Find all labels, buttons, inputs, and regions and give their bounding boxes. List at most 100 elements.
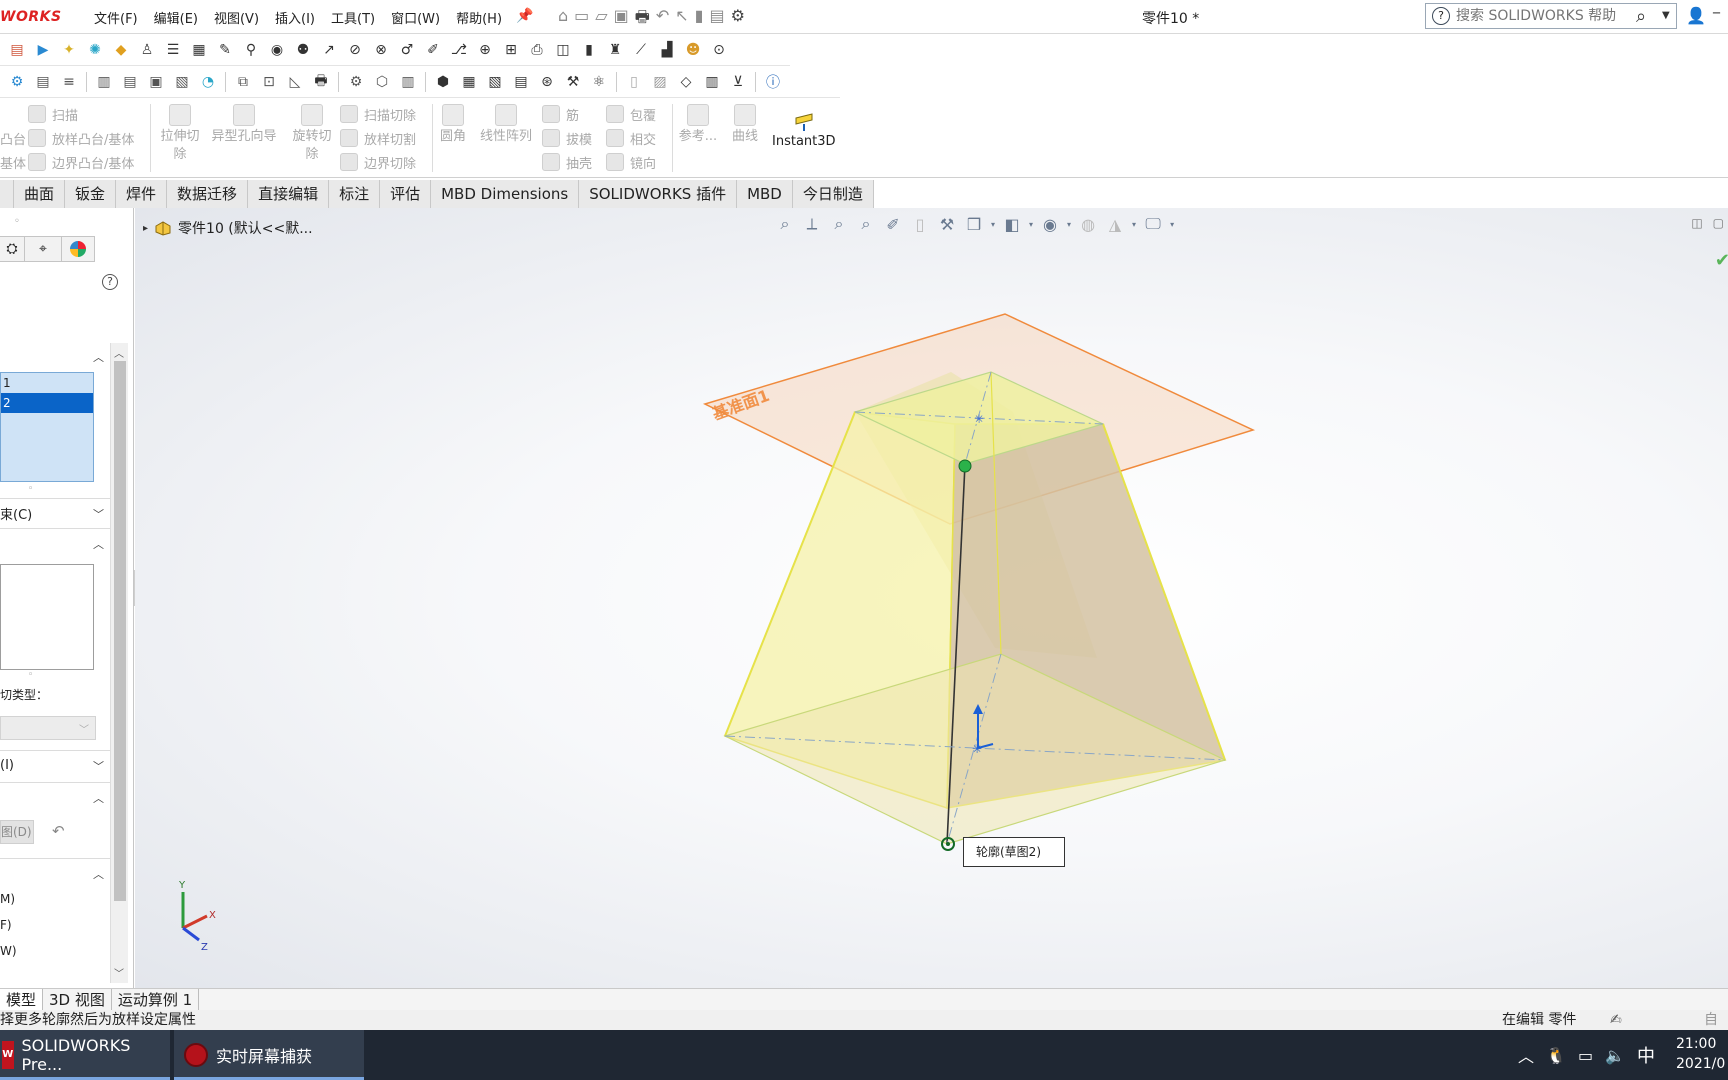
tool-icon[interactable]: ▧ xyxy=(482,71,508,93)
linear-pattern-button[interactable]: 线性阵列 xyxy=(474,104,538,146)
tool-icon[interactable]: ▤ xyxy=(117,71,143,93)
expand-chevron-icon[interactable]: ﹀ xyxy=(93,506,104,522)
tool-icon[interactable]: ▦ xyxy=(186,39,212,61)
profiles-listbox[interactable]: 1 2 xyxy=(0,372,94,482)
options-gear-icon[interactable]: ⚙ xyxy=(731,6,745,33)
tool-icon[interactable]: ✺ xyxy=(82,39,108,61)
tool-icon[interactable]: ◉ xyxy=(264,39,290,61)
select-icon[interactable]: ↖ xyxy=(675,6,688,33)
guide-curves-section-header[interactable]: ︿ xyxy=(0,528,110,558)
option-w[interactable]: W) xyxy=(0,944,17,958)
tool-icon[interactable]: ▥ xyxy=(699,71,725,93)
scroll-thumb[interactable] xyxy=(114,361,126,901)
tool-icon[interactable]: ⚲ xyxy=(238,39,264,61)
collapse-chevron-icon[interactable]: ︿ xyxy=(93,536,104,552)
tool-icon[interactable]: ⧉ xyxy=(230,71,256,93)
tool-icon[interactable]: ☰ xyxy=(160,39,186,61)
tool-icon[interactable]: ⊡ xyxy=(256,71,282,93)
tab-model[interactable]: 模型 xyxy=(0,989,44,1011)
extrude-cut-button[interactable]: 拉伸切除 xyxy=(156,104,204,164)
collapse-chevron-icon[interactable]: ︿ xyxy=(93,866,104,882)
cut-type-dropdown[interactable]: ﹀ xyxy=(0,716,96,740)
tool-icon[interactable]: ▤ xyxy=(508,71,534,93)
tool-icon[interactable]: ⊕ xyxy=(472,39,498,61)
tool-icon[interactable]: ▶ xyxy=(30,39,56,61)
section-header[interactable]: ︿ xyxy=(0,782,110,812)
profile-item-selected[interactable]: 2 xyxy=(1,393,93,413)
mirror-button[interactable]: 镜向 xyxy=(606,150,656,174)
more-icon[interactable]: ⊙ xyxy=(706,39,732,61)
undo-icon[interactable]: ↶ xyxy=(52,822,65,840)
tab-mbd-dimensions[interactable]: MBD Dimensions xyxy=(431,180,580,208)
print-icon[interactable]: 🖶 xyxy=(308,71,334,93)
tab-sheet-metal[interactable]: 钣金 xyxy=(65,180,117,208)
sketch-button[interactable]: 图(D) xyxy=(0,820,34,844)
tool-icon[interactable]: ⚉ xyxy=(290,39,316,61)
resize-grip-icon[interactable]: ◦ xyxy=(28,670,33,680)
tool-icon[interactable]: ✦ xyxy=(56,39,82,61)
minimize-icon[interactable]: – xyxy=(1712,2,1721,23)
tool-icon[interactable]: ◔ xyxy=(195,71,221,93)
curves-button[interactable]: 曲线 xyxy=(726,104,764,146)
tab-surfaces[interactable]: 曲面 xyxy=(14,180,66,208)
tool-icon[interactable]: ▦ xyxy=(456,71,482,93)
guide-curves-listbox[interactable] xyxy=(0,564,94,670)
tool-icon[interactable]: ▣ xyxy=(143,71,169,93)
boundary-cut-button[interactable]: 边界切除 xyxy=(340,150,416,174)
tool-icon[interactable]: ▤ xyxy=(30,71,56,93)
tab-solidworks-addins[interactable]: SOLIDWORKS 插件 xyxy=(579,180,738,208)
taskbar-solidworks[interactable]: W SOLIDWORKS Pre... xyxy=(0,1030,170,1080)
display-manager-tab[interactable] xyxy=(61,236,95,262)
print-icon[interactable]: 🖶 xyxy=(635,6,650,33)
undo-icon[interactable]: ↶ xyxy=(656,6,669,33)
profiles-section-header[interactable]: ︿ xyxy=(0,342,110,372)
reference-geometry-button[interactable]: 参考... xyxy=(676,104,720,146)
tab-weldments[interactable]: 焊件 xyxy=(116,180,168,208)
tool-icon[interactable]: ⊞ xyxy=(498,39,524,61)
user-icon[interactable]: 👤 xyxy=(1686,6,1706,25)
panel-scrollbar[interactable]: ︿ ﹀ xyxy=(110,343,128,983)
qq-icon[interactable]: 🐧 xyxy=(1546,1046,1566,1065)
tool-icon[interactable]: ▯ xyxy=(621,71,647,93)
connector-handle-top[interactable] xyxy=(958,459,972,473)
tool-icon[interactable]: ⬡ xyxy=(369,71,395,93)
menu-tools[interactable]: 工具(T) xyxy=(323,8,383,27)
sweep-boss-button[interactable]: 扫描 xyxy=(28,102,134,126)
tool-icon[interactable]: ⚛ xyxy=(586,71,612,93)
boss-label-1[interactable]: 凸台 xyxy=(0,126,26,150)
scroll-down-icon[interactable]: ﹀ xyxy=(114,965,124,980)
tool-icon[interactable]: ▥ xyxy=(91,71,117,93)
draft-button[interactable]: 拔模 xyxy=(542,126,592,150)
section-i-header[interactable]: (I) ﹀ xyxy=(0,750,110,780)
home-icon[interactable]: ⌂ xyxy=(558,6,568,33)
new-doc-icon[interactable]: ▭ xyxy=(574,6,589,33)
options-section-header[interactable]: ︿ xyxy=(0,858,110,888)
taskbar-screen-capture[interactable]: 实时屏幕捕获 xyxy=(174,1030,364,1080)
pin-icon[interactable]: 📌 xyxy=(516,8,533,24)
tool-icon[interactable]: ♙ xyxy=(134,39,160,61)
battery-icon[interactable]: ▭ xyxy=(1578,1046,1593,1065)
scroll-up-icon[interactable]: ︿ xyxy=(114,345,124,360)
tool-icon[interactable]: ◫ xyxy=(550,39,576,61)
tool-icon[interactable]: ⎇ xyxy=(446,39,472,61)
save-icon[interactable]: ▣ xyxy=(614,6,629,33)
status-units[interactable]: 自 xyxy=(1704,1010,1718,1030)
tray-expand-icon[interactable]: ︿ xyxy=(1518,1043,1534,1067)
tool-icon[interactable]: ≡ xyxy=(56,71,82,93)
tool-icon[interactable]: ⊗ xyxy=(368,39,394,61)
search-dropdown-icon[interactable]: ▼ xyxy=(1662,10,1670,21)
tool-icon[interactable]: ⚙ xyxy=(4,71,30,93)
open-icon[interactable]: ▱ xyxy=(595,6,607,33)
tab-today-manufacture[interactable]: 今日制造 xyxy=(792,180,874,208)
tab-partial[interactable] xyxy=(0,180,14,208)
graphics-viewport[interactable]: ▸ 零件10 (默认<<默... ⌕ ⟂ ⌕ ⌕ ✐ ▯ ⚒ ❒ ▾ ◧ ▾ ◉… xyxy=(135,208,1728,988)
tool-icon[interactable]: ✐ xyxy=(420,39,446,61)
tool-icon[interactable]: ♂ xyxy=(394,39,420,61)
instant3d-button[interactable]: Instant3D xyxy=(772,112,836,149)
tool-icon[interactable]: ⊛ xyxy=(534,71,560,93)
loft-cut-button[interactable]: 放样切割 xyxy=(340,126,416,150)
fillet-button[interactable]: 圆角 xyxy=(436,104,470,146)
edit-pencil-icon[interactable]: ✍ xyxy=(1610,1010,1622,1030)
tool-icon[interactable]: ◆ xyxy=(108,39,134,61)
tool-icon[interactable]: ⚒ xyxy=(560,71,586,93)
